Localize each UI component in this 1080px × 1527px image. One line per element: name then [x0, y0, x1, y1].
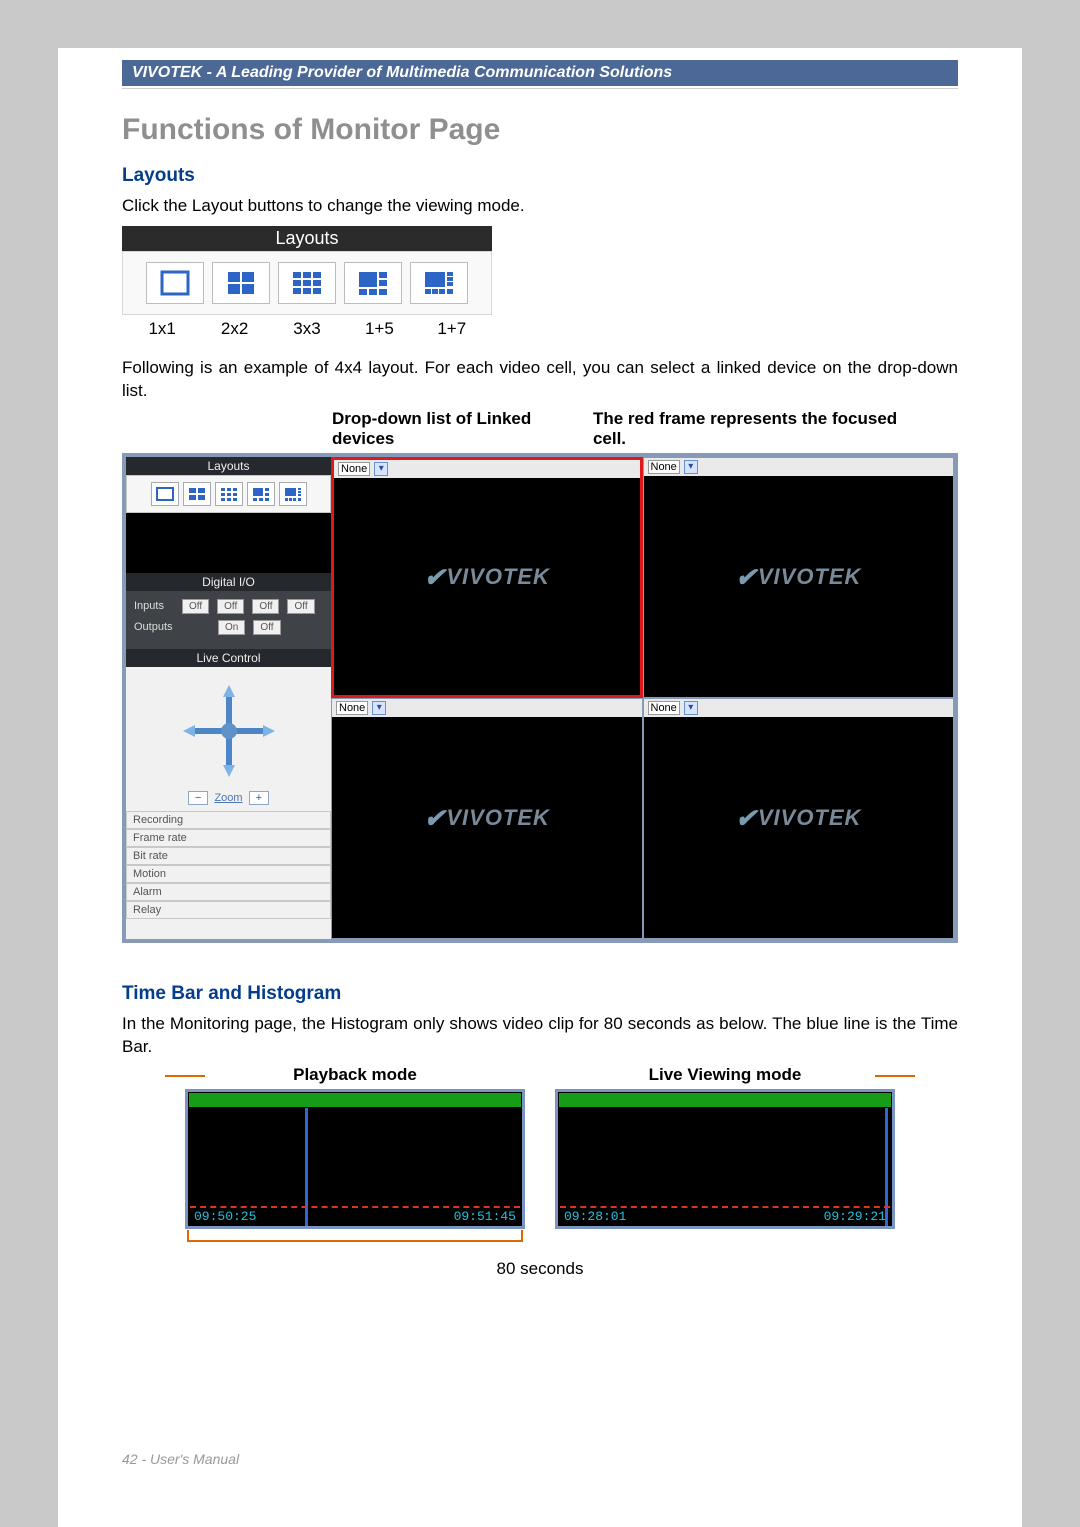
layouts-intro: Click the Layout buttons to change the v… — [122, 195, 958, 218]
zoom-out-button[interactable]: − — [188, 791, 208, 805]
input-2[interactable]: Off — [217, 599, 244, 614]
label-dropdown: Drop-down list of Linked devices — [332, 409, 593, 449]
pb-time-end: 09:51:45 — [454, 1209, 516, 1224]
playback-label: Playback mode — [185, 1065, 525, 1085]
inputs-label: Inputs — [134, 600, 174, 612]
mini-1p7[interactable] — [279, 482, 307, 506]
layouts-bar: Layouts 1x1 2x2 — [122, 226, 492, 339]
input-4[interactable]: Off — [287, 599, 314, 614]
video-cell-2[interactable]: None ▾ ✔VIVOTEK — [643, 457, 955, 698]
digital-io-title: Digital I/O — [126, 573, 331, 591]
chevron-down-icon[interactable]: ▾ — [372, 701, 386, 715]
green-bar — [559, 1093, 891, 1107]
layout-1x1-button[interactable] — [146, 262, 204, 304]
zoom-in-button[interactable]: + — [249, 791, 269, 805]
label-redframe: The red frame represents the focused cel… — [593, 409, 928, 449]
output-off[interactable]: Off — [253, 620, 280, 635]
layout-3x3-button[interactable] — [278, 262, 336, 304]
page-title: Functions of Monitor Page — [122, 113, 958, 147]
duration-label: 80 seconds — [122, 1259, 958, 1279]
vivotek-logo: ✔VIVOTEK — [424, 803, 550, 834]
outputs-label: Outputs — [134, 621, 174, 633]
doc-header: VIVOTEK - A Leading Provider of Multimed… — [122, 60, 958, 86]
cap-1p7: 1+7 — [423, 319, 481, 339]
device-select-2[interactable]: None — [648, 460, 680, 474]
camera-preview — [126, 513, 331, 573]
chevron-down-icon[interactable]: ▾ — [684, 701, 698, 715]
layout-2x2-button[interactable] — [212, 262, 270, 304]
section-timebar-heading: Time Bar and Histogram — [122, 983, 958, 1005]
ptz-control[interactable] — [179, 681, 279, 781]
layouts-bar-title: Layouts — [122, 226, 492, 251]
stat-alarm: Alarm — [126, 883, 331, 901]
vivotek-logo: ✔VIVOTEK — [735, 803, 861, 834]
live-label: Live Viewing mode — [555, 1065, 895, 1085]
mini-3x3[interactable] — [215, 482, 243, 506]
timebar-text: In the Monitoring page, the Histogram on… — [122, 1013, 958, 1059]
device-select-3[interactable]: None — [336, 701, 368, 715]
layout-1plus7-button[interactable] — [410, 262, 468, 304]
chevron-down-icon[interactable]: ▾ — [684, 460, 698, 474]
cap-2x2: 2x2 — [206, 319, 264, 339]
pb-time-start: 09:50:25 — [194, 1209, 256, 1224]
page-footer: 42 - User's Manual — [122, 1451, 239, 1467]
dashed-line — [560, 1206, 890, 1208]
stat-motion: Motion — [126, 865, 331, 883]
layout-1plus5-button[interactable] — [344, 262, 402, 304]
stat-recording: Recording — [126, 811, 331, 829]
monitor-figure: Layouts Digital I/O Inputs Off Off Off — [122, 453, 958, 943]
cap-1x1: 1x1 — [133, 319, 191, 339]
divider — [122, 88, 958, 89]
mini-1p5[interactable] — [247, 482, 275, 506]
example-text: Following is an example of 4x4 layout. F… — [122, 357, 958, 403]
mini-1x1[interactable] — [151, 482, 179, 506]
mini-2x2[interactable] — [183, 482, 211, 506]
cap-1p5: 1+5 — [350, 319, 408, 339]
device-select-1[interactable]: None — [338, 462, 370, 476]
lv-time-end: 09:29:21 — [824, 1209, 886, 1224]
ptz-home-icon[interactable] — [221, 723, 237, 739]
cap-3x3: 3x3 — [278, 319, 336, 339]
sidebar: Layouts Digital I/O Inputs Off Off Off — [126, 457, 331, 939]
input-3[interactable]: Off — [252, 599, 279, 614]
video-cell-1[interactable]: None ▾ ✔VIVOTEK — [331, 457, 643, 698]
lv-time-start: 09:28:01 — [564, 1209, 626, 1224]
playback-timebar: Playback mode 09:50:25 09:51:45 — [185, 1065, 525, 1229]
output-on[interactable]: On — [218, 620, 245, 635]
section-layouts-heading: Layouts — [122, 165, 958, 187]
sidebar-layouts-title: Layouts — [126, 457, 331, 475]
stat-bitrate: Bit rate — [126, 847, 331, 865]
zoom-label: Zoom — [214, 792, 242, 804]
stat-framerate: Frame rate — [126, 829, 331, 847]
live-timebar: Live Viewing mode 09:28:01 09:29:21 — [555, 1065, 895, 1229]
vivotek-logo: ✔VIVOTEK — [735, 562, 861, 593]
dashed-line — [190, 1206, 520, 1208]
vivotek-logo: ✔VIVOTEK — [424, 562, 550, 593]
device-select-4[interactable]: None — [648, 701, 680, 715]
video-cell-3[interactable]: None ▾ ✔VIVOTEK — [331, 698, 643, 939]
green-bar — [189, 1093, 521, 1107]
stat-relay: Relay — [126, 901, 331, 919]
input-1[interactable]: Off — [182, 599, 209, 614]
video-cell-4[interactable]: None ▾ ✔VIVOTEK — [643, 698, 955, 939]
chevron-down-icon[interactable]: ▾ — [374, 462, 388, 476]
live-control-title: Live Control — [126, 649, 331, 667]
